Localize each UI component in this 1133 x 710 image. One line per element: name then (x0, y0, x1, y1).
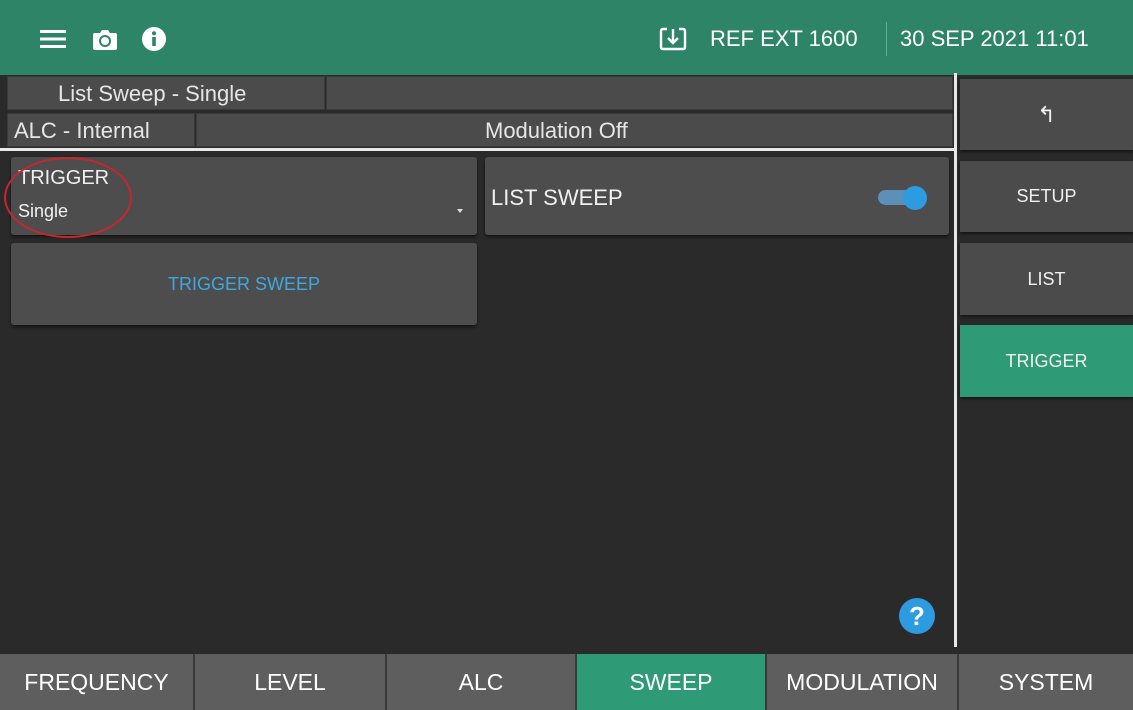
side-item-label: TRIGGER (1005, 350, 1088, 371)
trigger-sweep-button[interactable]: TRIGGER SWEEP (11, 243, 477, 325)
tab-label: MODULATION (786, 668, 938, 695)
back-arrow-icon: ↰ (1037, 101, 1056, 127)
reference-status: REF EXT 1600 (710, 26, 858, 51)
trigger-sweep-label: TRIGGER SWEEP (167, 273, 320, 294)
tab-label: FREQUENCY (24, 668, 169, 695)
camera-icon[interactable] (92, 26, 118, 52)
vertical-separator (954, 73, 957, 647)
sweep-mode-status: List Sweep - Single (7, 76, 325, 110)
tab-alc[interactable]: ALC (387, 654, 577, 710)
side-item-trigger[interactable]: TRIGGER (960, 325, 1133, 397)
help-icon[interactable]: ? (899, 598, 935, 634)
download-box-icon (659, 26, 687, 52)
tab-sweep[interactable]: SWEEP (577, 654, 767, 710)
toggle-thumb (903, 186, 927, 210)
back-button[interactable]: ↰ (960, 79, 1133, 150)
tab-label: SYSTEM (998, 668, 1094, 695)
info-icon[interactable] (141, 26, 167, 52)
status-separator (0, 148, 954, 151)
date-time: 30 SEP 2021 11:01 (900, 26, 1089, 51)
tab-frequency[interactable]: FREQUENCY (0, 654, 195, 710)
caret-down-icon (457, 209, 463, 213)
tab-label: LEVEL (254, 668, 326, 695)
tab-system[interactable]: SYSTEM (959, 654, 1133, 710)
list-sweep-label: LIST SWEEP (491, 185, 623, 210)
side-item-list[interactable]: LIST (960, 243, 1133, 315)
tab-level[interactable]: LEVEL (195, 654, 387, 710)
tab-label: SWEEP (629, 668, 713, 695)
modulation-status: Modulation Off (196, 113, 953, 147)
tab-label: ALC (458, 668, 504, 695)
side-item-setup[interactable]: SETUP (960, 161, 1133, 232)
menu-icon[interactable] (40, 26, 66, 52)
sweep-mode-extra-status (326, 76, 953, 110)
side-item-label: LIST (1027, 268, 1066, 289)
side-item-label: SETUP (1016, 186, 1077, 206)
highlight-annotation (4, 157, 132, 238)
tab-modulation[interactable]: MODULATION (767, 654, 959, 710)
title-bar: REF EXT 1600 30 SEP 2021 11:01 (0, 0, 1133, 75)
header-divider (886, 22, 887, 56)
list-sweep-panel: LIST SWEEP (485, 157, 949, 235)
alc-status: ALC - Internal (7, 113, 195, 147)
